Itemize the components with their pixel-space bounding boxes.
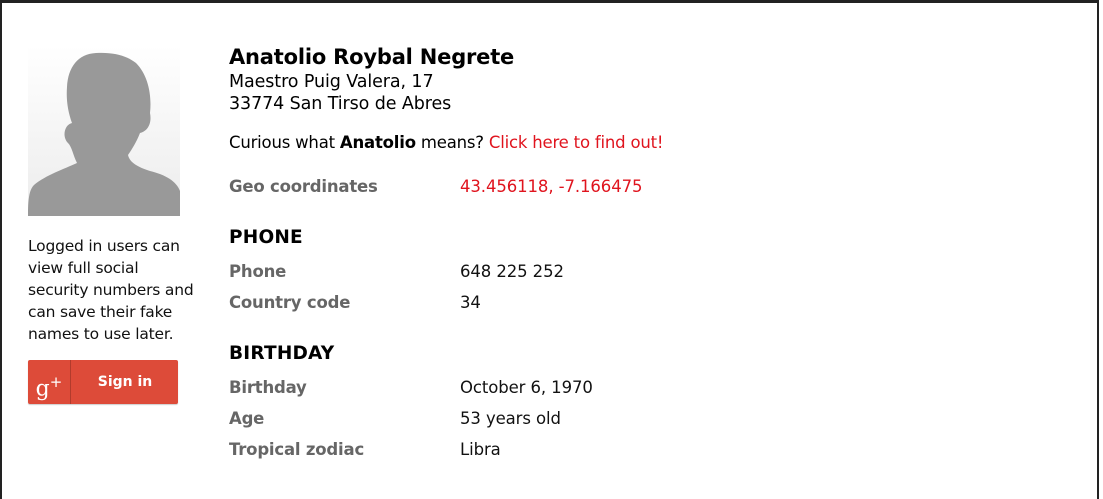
- age-label: Age: [229, 409, 265, 428]
- google-plus-sign: +: [49, 373, 63, 391]
- phone-value: 648 225 252: [460, 262, 564, 281]
- age-value: 53 years old: [460, 409, 561, 428]
- birthday-row: Birthday October 6, 1970: [229, 372, 1029, 403]
- address-line-1: Maestro Puig Valera, 17: [229, 72, 434, 92]
- curious-suffix: means?: [415, 133, 489, 152]
- google-plus-icon: g+: [28, 360, 71, 404]
- curious-prefix: Curious what: [229, 133, 340, 152]
- first-name: Anatolio: [339, 133, 416, 152]
- phone-rows: Phone 648 225 252 Country code 34: [229, 256, 1029, 318]
- zodiac-value: Libra: [460, 440, 501, 459]
- name-meaning-link[interactable]: Click here to find out!: [489, 133, 664, 152]
- google-plus-letter: g: [35, 376, 50, 402]
- birthday-rows: Birthday October 6, 1970 Age 53 years ol…: [229, 372, 1029, 465]
- sidebar: Logged in users can view full social sec…: [28, 45, 200, 404]
- geo-label: Geo coordinates: [229, 177, 378, 196]
- avatar: [28, 45, 180, 216]
- birthday-section-title: BIRTHDAY: [229, 343, 335, 364]
- name-meaning-prompt: Curious what Anatolio means? Click here …: [229, 132, 1029, 154]
- geo-coordinates-link[interactable]: 43.456118, -7.166475: [460, 171, 643, 202]
- profile-main: Anatolio Roybal Negrete Maestro Puig Val…: [229, 44, 1029, 465]
- country-code-label: Country code: [229, 293, 351, 312]
- signin-label: Sign in: [97, 374, 153, 390]
- login-note: Logged in users can view full social sec…: [28, 237, 194, 343]
- birthday-label: Birthday: [229, 378, 307, 397]
- person-silhouette-icon: [28, 45, 180, 216]
- zodiac-label: Tropical zodiac: [229, 440, 365, 459]
- phone-label: Phone: [229, 262, 287, 281]
- zodiac-row: Tropical zodiac Libra: [229, 434, 1029, 465]
- phone-section-title: PHONE: [229, 227, 303, 248]
- birthday-value: October 6, 1970: [460, 378, 593, 397]
- address-line-2: 33774 San Tirso de Abres: [229, 94, 452, 114]
- age-row: Age 53 years old: [229, 403, 1029, 434]
- phone-row: Phone 648 225 252: [229, 256, 1029, 287]
- person-name: Anatolio Roybal Negrete: [229, 45, 515, 69]
- country-code-row: Country code 34: [229, 287, 1029, 318]
- country-code-value: 34: [460, 293, 481, 312]
- geo-row: Geo coordinates 43.456118, -7.166475: [229, 171, 1029, 202]
- google-signin-button[interactable]: g+ Sign in: [28, 360, 178, 404]
